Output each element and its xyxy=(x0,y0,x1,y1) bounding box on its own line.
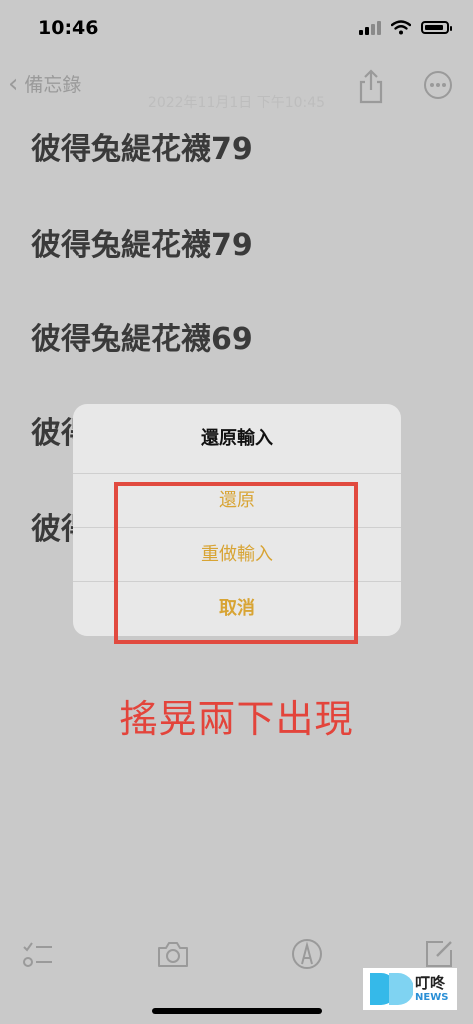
note-date: 2022年11月1日 下午10:45 xyxy=(147,95,326,111)
note-line: 彼得兔緹花襪79 xyxy=(31,228,253,263)
status-icons xyxy=(359,20,452,35)
logo-mark-icon xyxy=(370,973,413,1005)
status-bar: 10:46 xyxy=(0,0,473,60)
dingdong-news-logo: 叮咚 NEWS xyxy=(363,968,457,1010)
markup-icon[interactable] xyxy=(291,938,323,970)
annotation-text: 搖晃兩下出現 xyxy=(119,697,354,741)
highlight-box xyxy=(114,482,358,644)
note-line: 彼得兔緹花襪69 xyxy=(31,322,253,357)
nav-bar: ‹ 備忘錄 2022年11月1日 下午10:45 xyxy=(0,60,473,111)
battery-icon xyxy=(421,21,452,34)
logo-name-en: NEWS xyxy=(415,991,449,1003)
checklist-icon[interactable] xyxy=(22,938,54,970)
status-time: 10:46 xyxy=(38,17,99,39)
share-icon[interactable] xyxy=(356,68,386,104)
home-indicator xyxy=(152,1008,322,1014)
logo-name-cn: 叮咚 xyxy=(415,973,446,992)
note-line: 彼得兔緹花襪79 xyxy=(31,132,253,167)
more-icon[interactable] xyxy=(423,70,453,100)
signal-icon xyxy=(359,20,381,35)
camera-icon[interactable] xyxy=(156,938,190,970)
dialog-title: 還原輸入 xyxy=(73,404,401,474)
wifi-icon xyxy=(391,20,411,35)
compose-icon[interactable] xyxy=(423,938,455,970)
